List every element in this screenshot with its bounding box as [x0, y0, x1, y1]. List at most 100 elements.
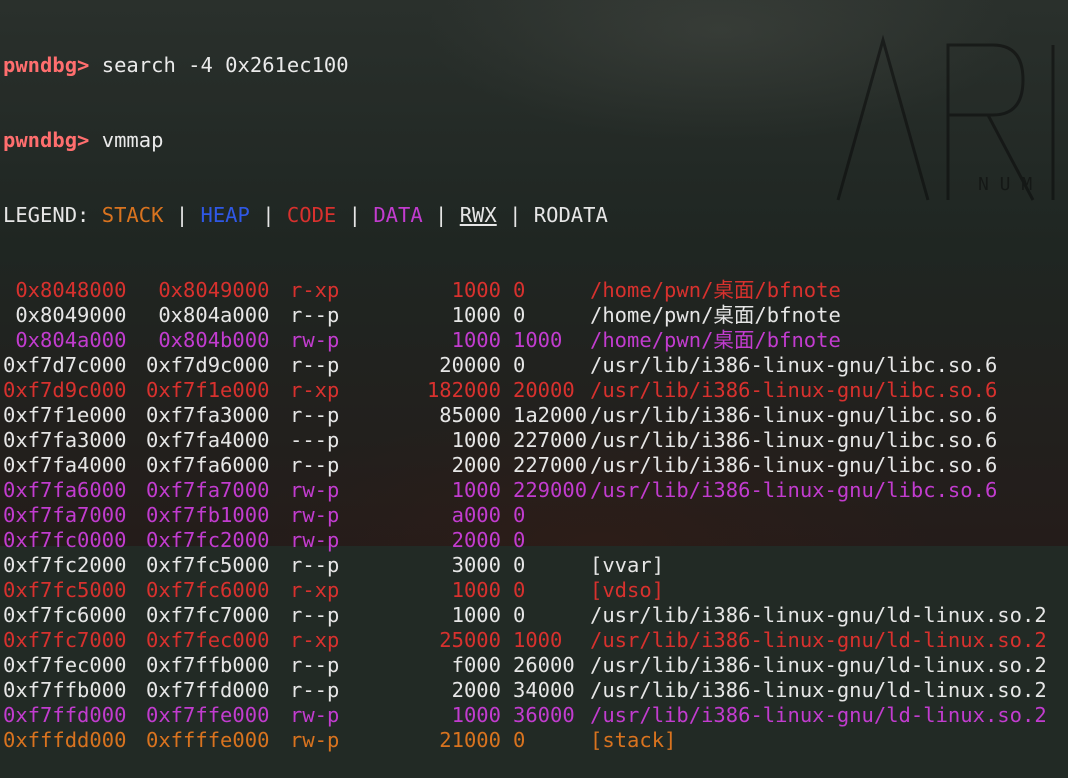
- map-permissions: r--p: [290, 453, 340, 477]
- legend-separator: |: [509, 203, 522, 227]
- map-size: 2000: [451, 453, 501, 477]
- map-end-address: 0x804a000: [146, 303, 270, 327]
- map-permissions: r--p: [290, 353, 340, 377]
- map-permissions: r--p: [290, 603, 340, 627]
- table-row: 0xf7d9c000 0xf7f1e000 r-xp 182000 20000/usr/…: [3, 378, 1068, 403]
- table-row: 0xf7ffd000 0xf7ffe000 rw-p 1000 36000/usr/li…: [3, 703, 1068, 728]
- command-line-1: pwndbg> search -4 0x261ec100: [3, 53, 1068, 78]
- map-size: 1000: [451, 603, 501, 627]
- map-offset: 0: [513, 353, 526, 377]
- map-file-path: /usr/lib/i386-linux-gnu/libc.so.6: [590, 453, 998, 477]
- map-permissions: r-xp: [290, 628, 340, 652]
- map-size: 25000: [439, 628, 501, 652]
- table-row: 0x8049000 0x804a000 r--p 1000 0/home/pwn/桌面…: [3, 303, 1068, 328]
- map-file-path: /usr/lib/i386-linux-gnu/libc.so.6: [590, 478, 998, 502]
- map-size: 1000: [451, 703, 501, 727]
- map-end-address: 0xf7fb1000: [146, 503, 270, 527]
- table-row: 0xf7fc5000 0xf7fc6000 r-xp 1000 0 [vdso]: [3, 578, 1068, 603]
- map-start-address: 0xf7f1e000: [3, 403, 127, 427]
- map-file-path: /home/pwn/桌面/bfnote: [590, 328, 841, 352]
- map-file-path: /usr/lib/i386-linux-gnu/libc.so.6: [590, 403, 998, 427]
- table-row: 0xf7fc2000 0xf7fc5000 r--p 3000 0 [vvar]: [3, 553, 1068, 578]
- map-offset: 227000: [513, 453, 588, 477]
- map-start-address: 0xf7fa3000: [3, 428, 127, 452]
- map-permissions: r--p: [290, 303, 340, 327]
- legend-separator: |: [262, 203, 275, 227]
- map-end-address: 0xf7ffd000: [146, 678, 270, 702]
- map-offset: 0: [513, 553, 526, 577]
- map-offset: 0: [513, 603, 526, 627]
- map-size: 21000: [439, 728, 501, 752]
- map-size: 1000: [451, 478, 501, 502]
- map-end-address: 0xf7f1e000: [146, 378, 270, 402]
- map-size: 1000: [451, 303, 501, 327]
- map-end-address: 0xf7fc2000: [146, 528, 270, 552]
- map-permissions: r--p: [290, 553, 340, 577]
- map-offset: 0: [513, 503, 526, 527]
- map-file-path: [stack]: [590, 728, 677, 752]
- map-start-address: 0xf7fc2000: [3, 553, 127, 577]
- map-size: 2000: [451, 528, 501, 552]
- map-offset: 1a2000: [513, 403, 588, 427]
- map-permissions: rw-p: [290, 528, 340, 552]
- map-permissions: rw-p: [290, 728, 340, 752]
- map-end-address: 0xf7fa3000: [146, 403, 270, 427]
- map-permissions: ---p: [290, 428, 340, 452]
- terminal-output[interactable]: pwndbg> search -4 0x261ec100 pwndbg> vmm…: [3, 3, 1068, 752]
- map-start-address: 0xf7d7c000: [3, 353, 127, 377]
- map-start-address: 0xf7fc6000: [3, 603, 127, 627]
- map-file-path: /usr/lib/i386-linux-gnu/ld-linux.so.2: [590, 703, 1047, 727]
- map-permissions: rw-p: [290, 503, 340, 527]
- table-row: 0x8048000 0x8049000 r-xp 1000 0/home/pwn/桌面…: [3, 278, 1068, 303]
- map-file-path: /usr/lib/i386-linux-gnu/ld-linux.so.2: [590, 603, 1047, 627]
- map-end-address: 0xf7fc6000: [146, 578, 270, 602]
- map-offset: 229000: [513, 478, 588, 502]
- table-row: 0xf7ffb000 0xf7ffd000 r--p 2000 34000/usr/li…: [3, 678, 1068, 703]
- map-end-address: 0xf7ffb000: [146, 653, 270, 677]
- table-row: 0xf7fc7000 0xf7fec000 r-xp 25000 1000/usr/li…: [3, 628, 1068, 653]
- table-row: 0xf7fc0000 0xf7fc2000 rw-p 2000 0: [3, 528, 1068, 553]
- map-file-path: /usr/lib/i386-linux-gnu/libc.so.6: [590, 428, 998, 452]
- map-end-address: 0xffffe000: [146, 728, 270, 752]
- table-row: 0xfffdd000 0xffffe000 rw-p 21000 0 [stack]: [3, 728, 1068, 753]
- map-size: a000: [451, 503, 501, 527]
- map-size: 20000: [439, 353, 501, 377]
- map-size: f000: [451, 653, 501, 677]
- map-end-address: 0xf7fc7000: [146, 603, 270, 627]
- map-size: 1000: [451, 428, 501, 452]
- map-size: 1000: [451, 578, 501, 602]
- map-file-path: /usr/lib/i386-linux-gnu/ld-linux.so.2: [590, 678, 1047, 702]
- map-end-address: 0x8049000: [146, 278, 270, 302]
- map-start-address: 0xf7fa7000: [3, 503, 127, 527]
- map-permissions: r--p: [290, 653, 340, 677]
- table-row: 0xf7fa6000 0xf7fa7000 rw-p 1000 229000/usr/l…: [3, 478, 1068, 503]
- map-offset: 1000: [513, 628, 563, 652]
- map-permissions: r-xp: [290, 278, 340, 302]
- map-size: 85000: [439, 403, 501, 427]
- map-offset: 227000: [513, 428, 588, 452]
- map-start-address: 0xf7fc5000: [3, 578, 127, 602]
- map-start-address: 0xf7fa6000: [3, 478, 127, 502]
- legend-label: LEGEND:: [3, 203, 90, 227]
- table-row: 0xf7fa3000 0xf7fa4000 ---p 1000 227000/usr/l…: [3, 428, 1068, 453]
- legend-separator: |: [348, 203, 361, 227]
- map-offset: 20000: [513, 378, 575, 402]
- map-offset: 26000: [513, 653, 575, 677]
- map-start-address: 0xf7fa4000: [3, 453, 127, 477]
- map-start-address: 0xf7d9c000: [3, 378, 127, 402]
- legend-separator: |: [175, 203, 189, 227]
- prompt: pwndbg>: [3, 53, 90, 77]
- map-size: 1000: [451, 278, 501, 302]
- map-permissions: r-xp: [290, 578, 340, 602]
- map-end-address: 0xf7fec000: [146, 628, 270, 652]
- map-file-path: /home/pwn/桌面/bfnote: [590, 303, 841, 327]
- map-size: 2000: [451, 678, 501, 702]
- map-start-address: 0x8049000: [3, 303, 127, 327]
- map-file-path: [vdso]: [590, 578, 665, 602]
- map-start-address: 0x8048000: [3, 278, 127, 302]
- table-row: 0xf7d7c000 0xf7d9c000 r--p 20000 0/usr/lib/i…: [3, 353, 1068, 378]
- map-permissions: r--p: [290, 403, 340, 427]
- map-size: 1000: [451, 328, 501, 352]
- map-start-address: 0xf7ffb000: [3, 678, 127, 702]
- map-permissions: r--p: [290, 678, 340, 702]
